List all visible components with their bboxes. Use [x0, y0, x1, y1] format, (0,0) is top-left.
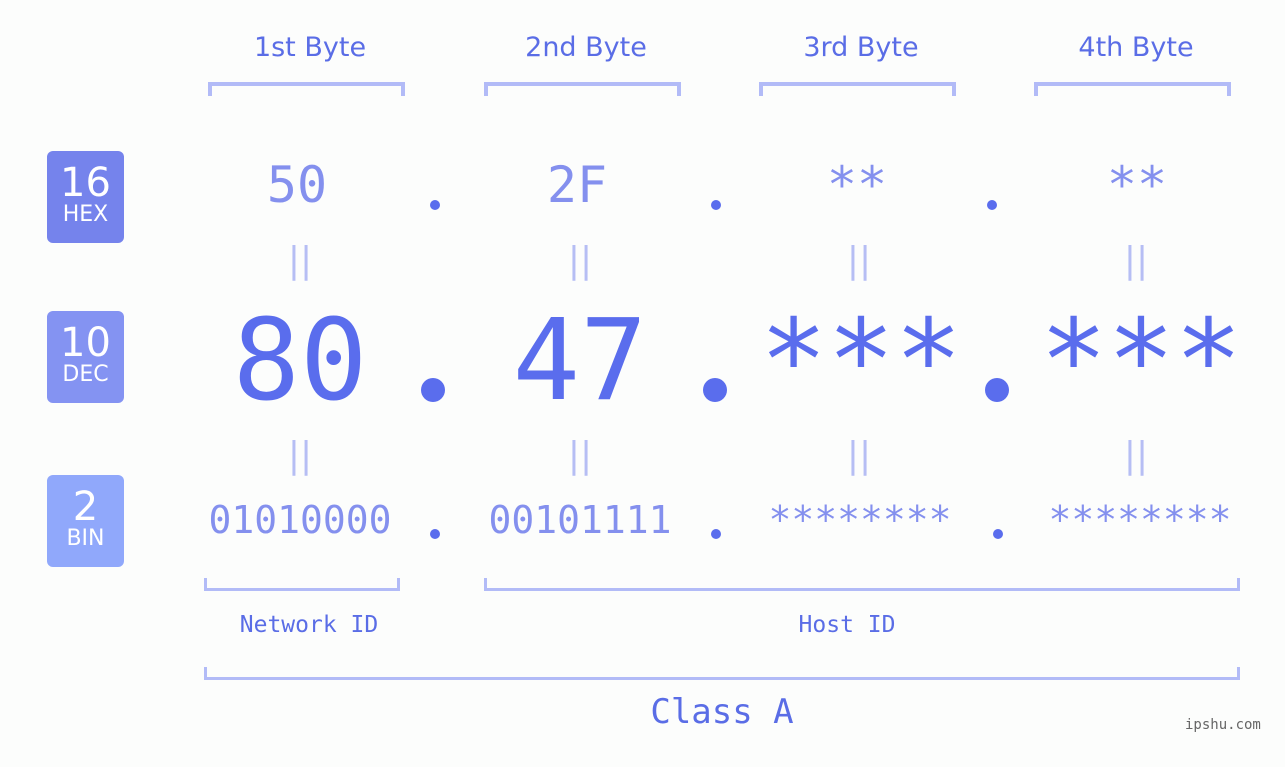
bin-base-number: 2 [72, 484, 99, 530]
byte-bracket-2 [484, 82, 681, 96]
host-id-label: Host ID [798, 612, 896, 638]
bin-separator-dot [993, 529, 1003, 539]
dec-byte-3: *** [759, 296, 963, 426]
hex-base-number: 16 [60, 160, 111, 206]
byte-bracket-3 [759, 82, 956, 96]
bin-base-label: BIN [66, 526, 105, 551]
byte-header-2: 2nd Byte [525, 32, 647, 63]
hex-byte-3: ** [826, 156, 888, 214]
bin-byte-4: ******** [1048, 498, 1232, 542]
dec-byte-4: *** [1039, 296, 1243, 426]
bin-byte-1: 01010000 [208, 498, 392, 542]
dec-byte-2: 47 [512, 296, 648, 426]
bin-separator-dot [430, 529, 440, 539]
hex-badge: 16 HEX [47, 151, 124, 243]
dec-badge: 10 DEC [47, 311, 124, 403]
byte-bracket-1 [208, 82, 405, 96]
dec-separator-dot [421, 378, 445, 402]
byte-header-1: 1st Byte [253, 32, 367, 63]
equals-icon: || [846, 435, 872, 476]
equals-icon: || [287, 435, 313, 476]
class-bracket [204, 667, 1240, 680]
hex-separator-dot [430, 200, 440, 210]
bin-byte-2: 00101111 [488, 498, 672, 542]
equals-icon: || [287, 240, 313, 281]
class-label: Class A [650, 692, 794, 732]
hex-base-label: HEX [62, 202, 109, 227]
equals-icon: || [567, 240, 593, 281]
network-id-bracket [204, 578, 400, 591]
bin-separator-dot [711, 529, 721, 539]
dec-separator-dot [985, 378, 1009, 402]
hex-byte-2: 2F [546, 156, 608, 214]
hex-byte-1: 50 [266, 156, 328, 214]
hex-byte-4: ** [1106, 156, 1168, 214]
hex-separator-dot [711, 200, 721, 210]
bin-byte-3: ******** [768, 498, 952, 542]
dec-separator-dot [703, 378, 727, 402]
equals-icon: || [846, 240, 872, 281]
bin-badge: 2 BIN [47, 475, 124, 567]
dec-base-number: 10 [60, 320, 111, 366]
dec-byte-1: 80 [232, 296, 368, 426]
network-id-label: Network ID [239, 612, 379, 638]
equals-icon: || [567, 435, 593, 476]
dec-base-label: DEC [62, 362, 109, 387]
watermark: ipshu.com [1185, 717, 1261, 733]
host-id-bracket [484, 578, 1240, 591]
byte-bracket-4 [1034, 82, 1231, 96]
equals-icon: || [1123, 435, 1149, 476]
byte-header-3: 3rd Byte [803, 32, 919, 63]
equals-icon: || [1123, 240, 1149, 281]
byte-header-4: 4th Byte [1078, 32, 1194, 63]
hex-separator-dot [987, 200, 997, 210]
